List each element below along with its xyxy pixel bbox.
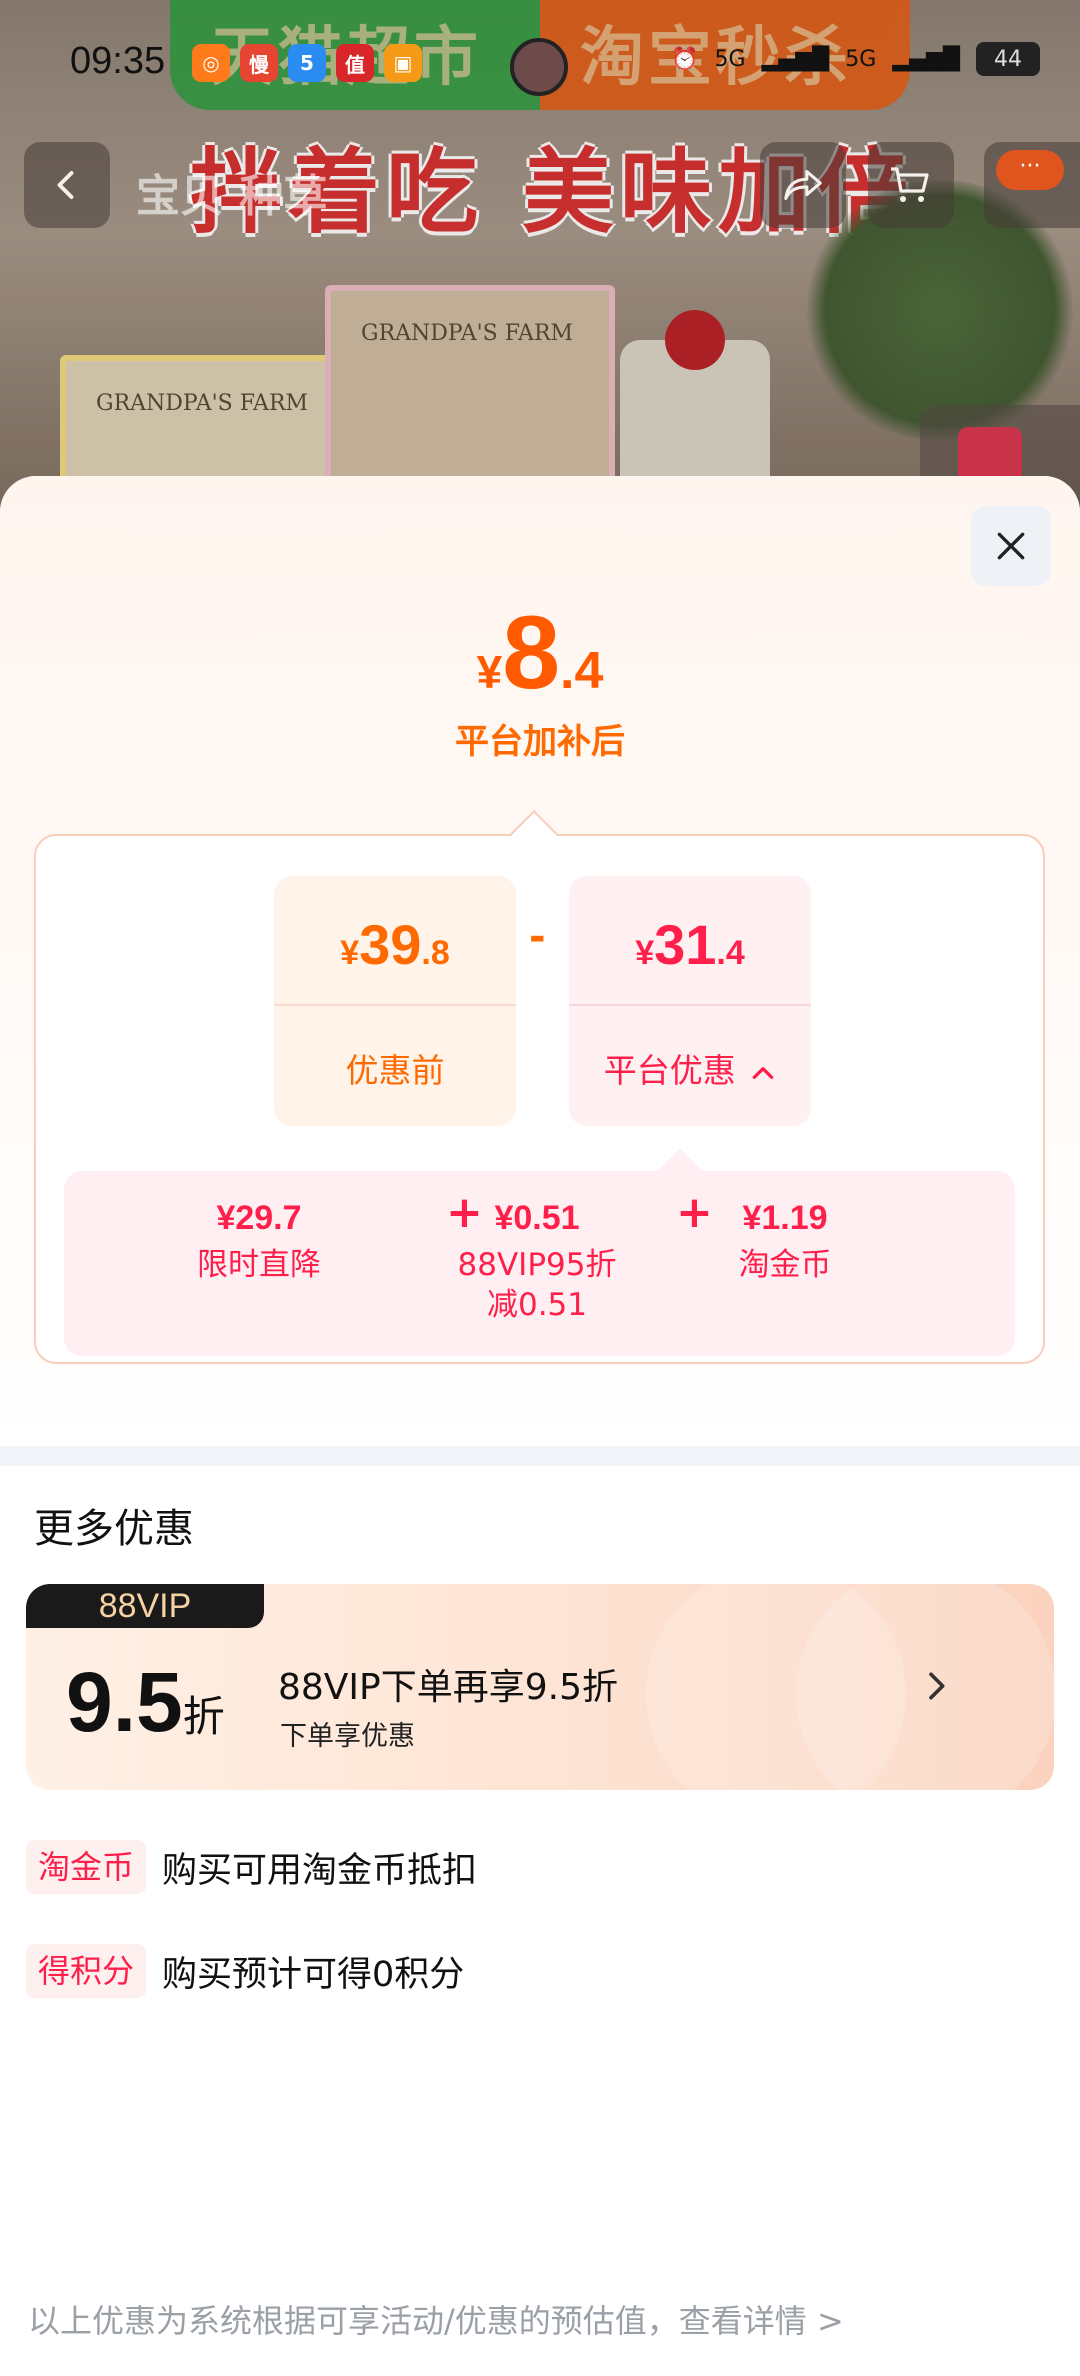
vip-offer-subtitle: 下单享优惠 <box>280 1721 415 1752</box>
app-notification-icon: 值 <box>336 44 374 82</box>
offer-row-points[interactable]: 得积分 购买预计可得0积分 <box>26 1944 464 1998</box>
breakdown-item-taojinbi: ¥1.19 淘金币 <box>700 1199 870 1286</box>
vip-discount-number: 9.5 <box>66 1655 183 1749</box>
final-price-decimal: .4 <box>560 642 604 700</box>
back-button[interactable] <box>24 142 110 228</box>
chevron-left-icon <box>57 171 74 199</box>
platform-discount-label: 平台优惠 <box>603 1051 736 1090</box>
breakdown-item-88vip: ¥0.51 88VIP95折 减0.51 <box>442 1199 632 1326</box>
estimate-disclaimer-link[interactable]: 以上优惠为系统根据可享活动/优惠的预估值，查看详情 > <box>28 2296 844 2342</box>
signal-icon: ▂▄▆█ <box>892 46 960 72</box>
breakdown-value: ¥29.7 <box>216 1199 302 1237</box>
discount-breakdown: ¥29.7 限时直降 + ¥0.51 88VIP95折 减0.51 + ¥1.1… <box>64 1148 1015 1356</box>
status-time: 09:35 <box>70 40 166 82</box>
final-price: ¥8.4 <box>0 594 1080 713</box>
breakdown-name: 淘金币 <box>738 1247 832 1283</box>
price-integer: 31 <box>654 913 717 976</box>
notification-icons: ◎ 慢 5 值 ▣ <box>192 44 422 82</box>
platform-discount-amount: ¥31.4 <box>569 912 811 977</box>
original-price-amount: ¥39.8 <box>274 912 516 977</box>
chevron-up-icon <box>752 1066 774 1079</box>
price-decimal: .4 <box>716 934 745 972</box>
breakdown-value: ¥1.19 <box>742 1199 828 1237</box>
breakdown-value: ¥0.51 <box>494 1199 580 1237</box>
pill-divider <box>274 1004 516 1006</box>
vip-discount: 9.5折 <box>66 1654 225 1751</box>
breakdown-name: 88VIP95折 <box>457 1247 617 1283</box>
avatar <box>510 38 568 96</box>
battery-icon: 44 <box>976 42 1040 76</box>
price-calculation-card: ¥39.8 优惠前 - ¥31.4 平台优惠 ¥29.7 限时直降 + ¥0.5… <box>34 809 1045 1364</box>
platform-discount-label-row: 平台优惠 <box>569 1044 811 1092</box>
final-price-integer: 8 <box>502 595 561 711</box>
vip-badge: 88VIP <box>26 1584 264 1628</box>
system-indicators: ⏰ 5G ▂▄▆█ 5G ▂▄▆█ 44 <box>671 42 1040 76</box>
alarm-icon: ⏰ <box>671 46 699 72</box>
offer-text: 购买可用淘金币抵扣 <box>162 1850 478 1891</box>
status-bar: 09:35 ◎ 慢 5 值 ▣ ⏰ 5G ▂▄▆█ 5G ▂▄▆█ 44 <box>0 30 1080 100</box>
breakdown-item-flash-sale: ¥29.7 限时直降 <box>164 1199 354 1286</box>
offer-row-taojinbi[interactable]: 淘金币 购买可用淘金币抵扣 <box>26 1840 477 1894</box>
app-notification-icon: 慢 <box>240 44 278 82</box>
more-icon: ··· <box>996 150 1064 190</box>
section-divider <box>0 1446 1080 1466</box>
breakdown-subtext: 减0.51 <box>486 1287 588 1323</box>
share-icon <box>784 170 822 200</box>
original-price-label: 优惠前 <box>345 1051 445 1090</box>
more-button[interactable]: ··· <box>984 142 1080 228</box>
pill-divider <box>569 1004 811 1006</box>
vip-offer-card[interactable]: 88VIP 9.5折 88VIP下单再享9.5折 下单享优惠 <box>26 1584 1054 1790</box>
app-notification-icon: ◎ <box>192 44 230 82</box>
signal-icon: ▂▄▆█ <box>761 46 830 72</box>
price-detail-sheet: ¥8.4 平台加补后 ¥39.8 优惠前 - ¥31.4 平台优惠 ¥29.7 … <box>0 476 1080 2376</box>
share-button[interactable] <box>760 142 846 228</box>
close-icon <box>997 532 1025 560</box>
vip-discount-unit: 折 <box>182 1693 225 1740</box>
app-notification-icon: 5 <box>288 44 326 82</box>
offer-tag: 得积分 <box>26 1944 147 1998</box>
close-button[interactable] <box>971 506 1051 586</box>
app-notification-icon: ▣ <box>384 44 422 82</box>
breakdown-name: 限时直降 <box>197 1247 321 1283</box>
final-price-currency: ¥ <box>476 646 503 698</box>
price-integer: 39 <box>359 913 422 976</box>
platform-discount-pill[interactable]: ¥31.4 平台优惠 <box>569 876 811 1126</box>
network-5g-label: 5G <box>714 46 746 72</box>
nav-tabs[interactable]: 宝贝 种草 <box>136 160 327 224</box>
price-decimal: .8 <box>421 934 450 972</box>
network-5g-label: 5G <box>845 46 877 72</box>
cart-button[interactable] <box>868 142 954 228</box>
original-price-pill: ¥39.8 优惠前 <box>274 876 516 1126</box>
vip-offer-title: 88VIP下单再享9.5折 <box>278 1667 619 1708</box>
currency-symbol: ¥ <box>340 934 360 972</box>
offer-tag: 淘金币 <box>26 1840 147 1894</box>
minus-operator: - <box>529 914 546 960</box>
chevron-right-icon <box>929 1672 945 1700</box>
offer-text: 购买预计可得0积分 <box>162 1954 465 1995</box>
more-offers-title: 更多优惠 <box>34 1506 194 1552</box>
final-price-label: 平台加补后 <box>455 722 625 762</box>
currency-symbol: ¥ <box>635 934 655 972</box>
cart-icon <box>891 167 929 202</box>
